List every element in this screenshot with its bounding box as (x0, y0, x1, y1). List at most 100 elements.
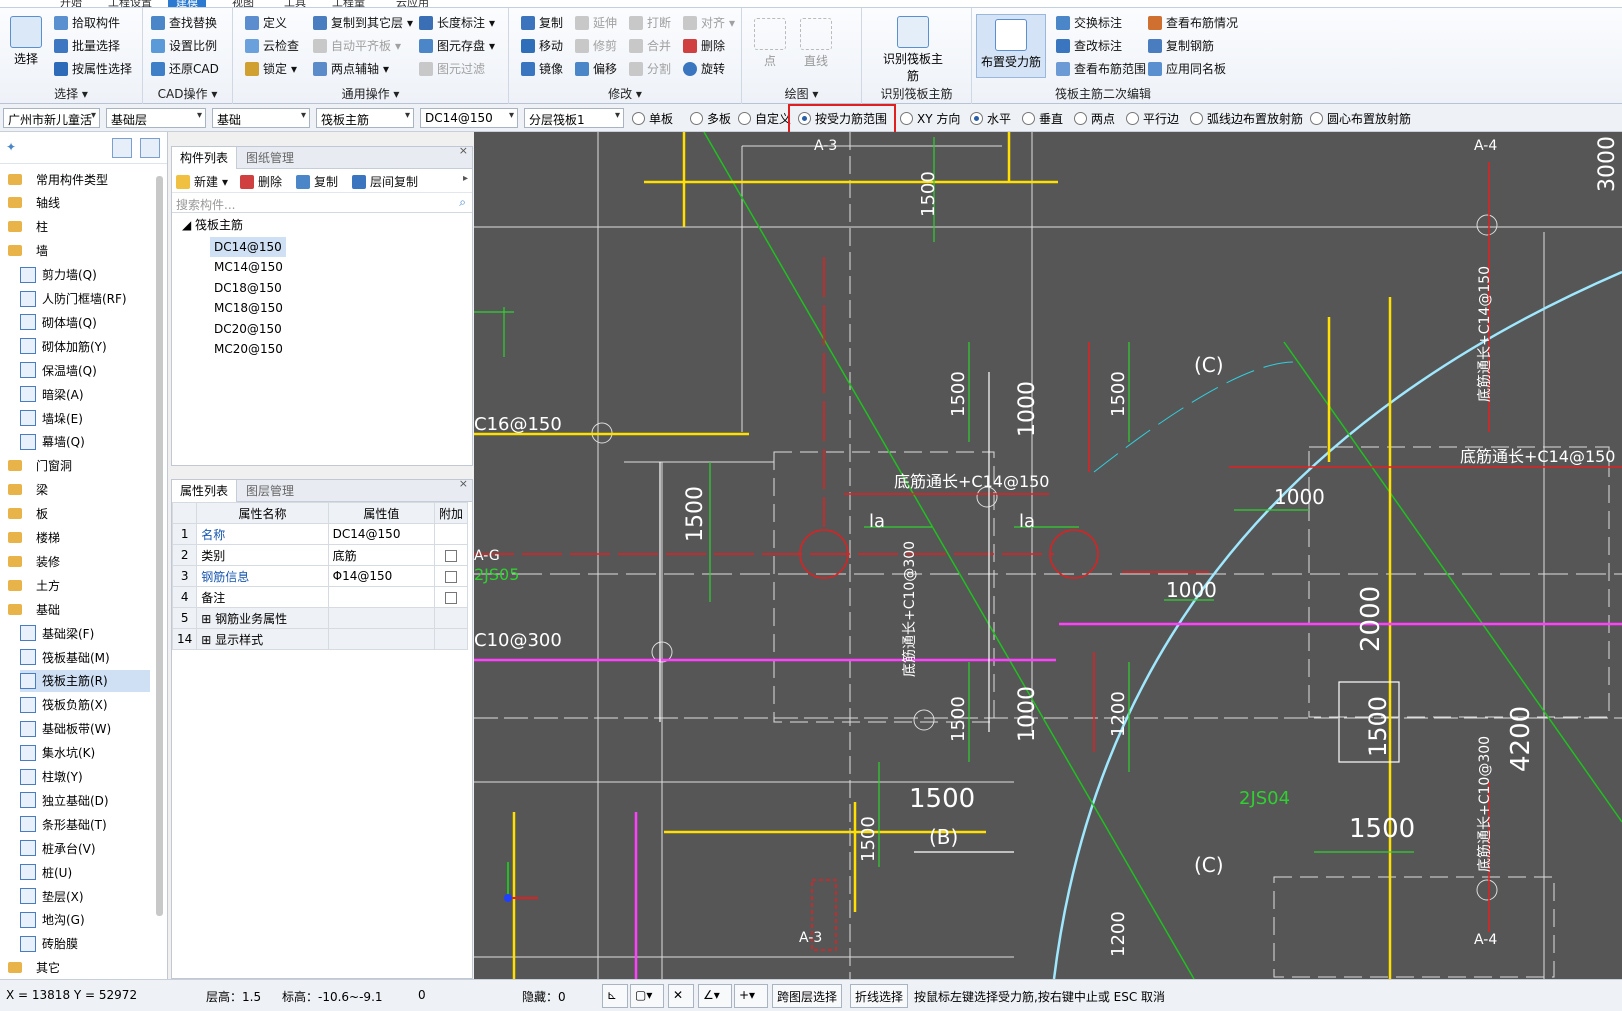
radio-single-board[interactable]: 单板 (632, 110, 673, 127)
tree-item[interactable]: 独立基础(D) (20, 789, 150, 811)
tree-item[interactable]: 筏板基础(M) (20, 646, 150, 668)
ortho-toggle[interactable]: ⊾ (602, 984, 628, 1008)
element-filter-button[interactable]: 图元过滤 (419, 60, 485, 77)
delete-component-button[interactable]: 删除 (240, 173, 282, 190)
tree-item[interactable]: 筏板负筋(X) (20, 694, 150, 716)
tree-item[interactable]: 梁 (4, 479, 154, 501)
rotate-button[interactable]: 旋转 (683, 60, 725, 77)
new-button[interactable]: 新建 ▾ (176, 173, 228, 190)
edit-label-button[interactable]: 查改标注 (1056, 37, 1122, 54)
save-element-button[interactable]: 图元存盘 ▾ (419, 37, 495, 54)
mirror-button[interactable]: 镜像 (521, 60, 563, 77)
tree-item[interactable]: 保温墙(Q) (20, 359, 150, 381)
snap-toggle[interactable]: ▢▾ (630, 984, 664, 1008)
tree-item[interactable]: 门窗洞 (4, 455, 154, 477)
tab-property-list[interactable]: 属性列表 (172, 480, 238, 502)
view-range-button[interactable]: 查看布筋范围 (1056, 60, 1146, 77)
tree-item[interactable]: 柱 (4, 216, 154, 238)
tab-drawing-manage[interactable]: 图纸管理 (238, 147, 302, 169)
property-row[interactable]: 3 钢筋信息 Φ14@150 (171, 565, 469, 587)
tree-item[interactable]: 剪力墙(Q) (20, 264, 150, 286)
grid-view-icon[interactable] (140, 138, 160, 158)
break-button[interactable]: 打断 (629, 14, 671, 31)
length-dim-button[interactable]: 长度标注 ▾ (419, 14, 495, 31)
close-icon[interactable]: × (459, 477, 468, 490)
tree-item[interactable]: 桩(U) (20, 861, 150, 883)
property-value[interactable]: DC14@150 (327, 523, 435, 545)
tab-view[interactable]: 视图 (232, 0, 254, 7)
close-icon[interactable]: × (459, 144, 468, 157)
find-replace-button[interactable]: 查找替换 (151, 14, 217, 31)
type-select[interactable]: 筏板主筋 (316, 108, 414, 128)
select-by-attr-button[interactable]: 按属性选择 (54, 60, 132, 77)
dynamic-input-toggle[interactable]: ✕ (668, 984, 694, 1008)
tree-item[interactable]: 条形基础(T) (20, 813, 150, 835)
tab-start[interactable]: 开始 (60, 0, 82, 7)
radio-two-points[interactable]: 两点 (1074, 110, 1115, 127)
extend-button[interactable]: 延伸 (575, 14, 617, 31)
slab-select[interactable]: 分层筏板1 (524, 108, 624, 128)
property-value[interactable]: 底筋 (327, 544, 435, 566)
component-item[interactable]: DC18@150 (210, 278, 286, 298)
component-item[interactable]: MC20@150 (210, 339, 287, 359)
radio-xy-direction[interactable]: XY 方向 (900, 110, 960, 127)
tree-item[interactable]: 墙垛(E) (20, 407, 150, 429)
search-icon[interactable]: ⌕ (459, 195, 466, 210)
radio-custom[interactable]: 自定义 (738, 110, 791, 127)
lock-button[interactable]: 锁定 ▾ (245, 60, 297, 77)
component-item[interactable]: DC14@150 (210, 237, 286, 257)
tab-component-list[interactable]: 构件列表 (172, 147, 238, 169)
extra-checkbox[interactable] (444, 591, 457, 604)
rebar-marker[interactable] (1049, 529, 1099, 579)
tree-item[interactable]: 筏板主筋(R) (20, 669, 150, 692)
tree-item[interactable]: 垫层(X) (20, 885, 150, 907)
polyline-select-button[interactable]: 折线选择 (850, 984, 909, 1008)
tree-item[interactable]: 暗梁(A) (20, 383, 150, 405)
apply-same-button[interactable]: 应用同名板 (1148, 60, 1226, 77)
place-rebar-button[interactable]: 布置受力筋 (976, 14, 1046, 78)
copy-button[interactable]: 复制 (521, 14, 563, 31)
tree-item[interactable]: 常用构件类型 (4, 168, 154, 190)
copy-to-floor-button[interactable]: 复制到其它层 ▾ (313, 14, 413, 31)
tree-item[interactable]: 墙 (4, 240, 154, 262)
merge-button[interactable]: 合并 (629, 37, 671, 54)
radio-vertical[interactable]: 垂直 (1022, 110, 1063, 127)
tab-modeling[interactable]: 建模 (168, 0, 206, 7)
auto-flush-button[interactable]: 自动平齐板 ▾ (313, 37, 401, 54)
align-button[interactable]: 对齐 ▾ (683, 14, 735, 31)
expand-icon[interactable]: ⊞ (201, 633, 215, 647)
tab-quantity[interactable]: 工程量 (332, 0, 365, 7)
tree-item[interactable]: 基础板带(W) (20, 718, 150, 740)
property-row[interactable]: 1 名称 DC14@150 (171, 523, 469, 545)
tree-item[interactable]: 地沟(G) (20, 909, 150, 931)
tree-item[interactable]: 砌体加筋(Y) (20, 335, 150, 357)
tree-item[interactable]: 楼梯 (4, 527, 154, 549)
identify-rebar-button[interactable]: 识别筏板主筋 (880, 16, 946, 84)
restore-cad-button[interactable]: 还原CAD (151, 60, 219, 77)
view-rebar-button[interactable]: 查看布筋情况 (1148, 14, 1238, 31)
component-item[interactable]: MC18@150 (210, 298, 287, 318)
delete-button[interactable]: 删除 (683, 37, 725, 54)
move-button[interactable]: 移动 (521, 37, 563, 54)
select-button[interactable]: 选择 (8, 16, 44, 67)
radio-center-radial[interactable]: 圆心布置放射筋 (1310, 110, 1411, 127)
define-button[interactable]: 定义 (245, 14, 287, 31)
two-point-axis-button[interactable]: 两点辅轴 ▾ (313, 60, 389, 77)
group-node[interactable]: ◢ 筏板主筋 (182, 215, 243, 235)
offset-button[interactable]: 偏移 (575, 60, 617, 77)
tree-item[interactable]: 幕墙(Q) (20, 431, 150, 453)
tree-item[interactable]: 土方 (4, 574, 154, 596)
cad-drawing[interactable]: A-3 A-4 C16@150 C10@300 A-G 2JS05 2JS04 … (474, 132, 1622, 979)
tab-cloud[interactable]: 云应用 (396, 0, 429, 7)
tree-item[interactable]: 集水坑(K) (20, 742, 150, 764)
more-icon[interactable]: ▸ (463, 173, 468, 184)
property-row[interactable]: 2 类别 底筋 (171, 544, 469, 566)
trim-button[interactable]: 修剪 (575, 37, 617, 54)
angle-toggle[interactable]: ∠▾ (698, 984, 732, 1008)
floor-copy-button[interactable]: 层间复制 (352, 173, 418, 190)
cross-layer-button[interactable]: 跨图层选择 (772, 984, 843, 1008)
tree-item[interactable]: 柱墩(Y) (20, 766, 150, 788)
tree-item[interactable]: 板 (4, 503, 154, 525)
tree-item[interactable]: 砖胎膜 (20, 933, 150, 955)
tree-item[interactable]: 轴线 (4, 192, 154, 214)
